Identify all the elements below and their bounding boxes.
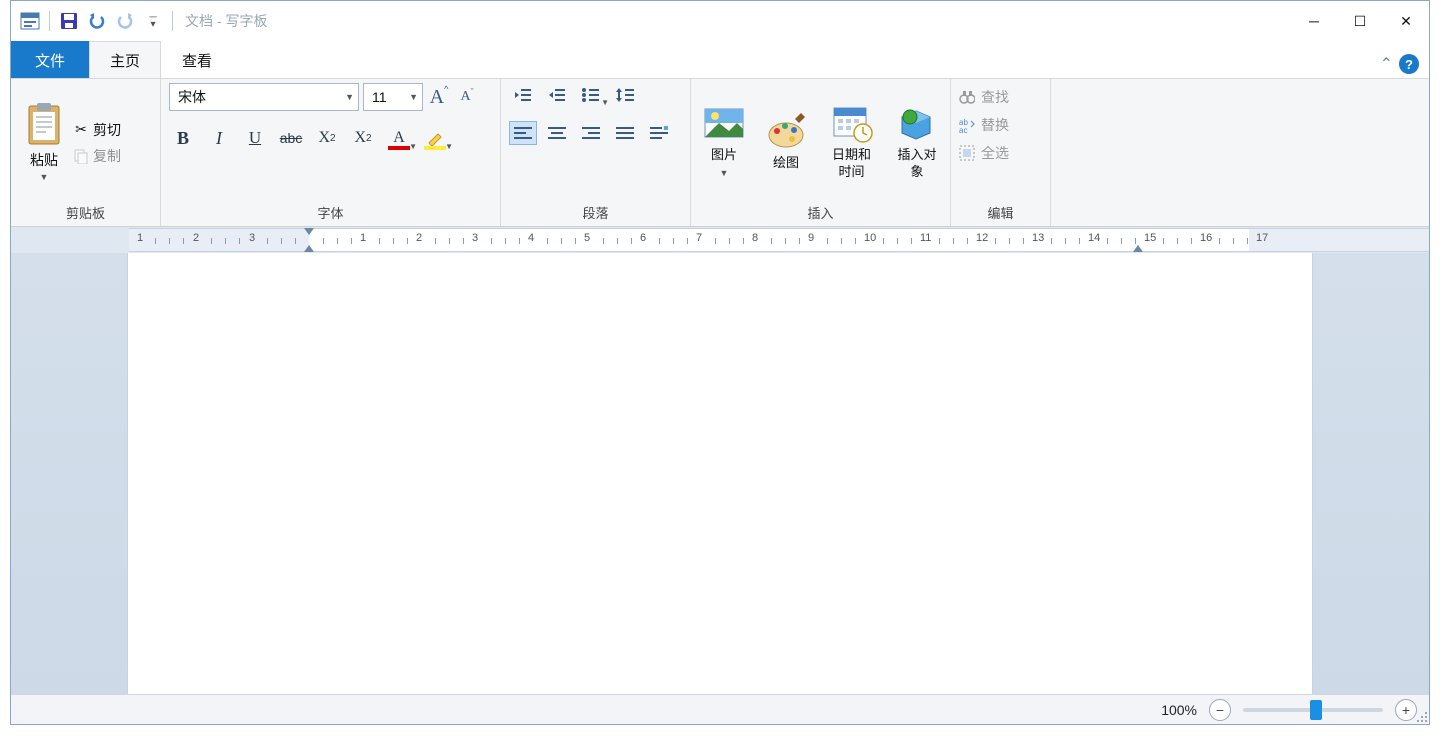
font-color-button[interactable]: A ▼ bbox=[385, 125, 413, 151]
replace-icon: abac bbox=[959, 117, 975, 133]
hanging-indent-marker[interactable] bbox=[304, 245, 314, 252]
zoom-percent-label: 100% bbox=[1161, 702, 1197, 718]
tab-view[interactable]: 查看 bbox=[161, 41, 233, 78]
ribbon: 粘贴 ▼ ✂ 剪切 复制 剪贴板 bbox=[11, 79, 1429, 227]
paste-dropdown-icon[interactable]: ▼ bbox=[40, 172, 49, 182]
group-edit: 查找 abac 替换 全选 编辑 bbox=[951, 79, 1051, 226]
undo-button[interactable] bbox=[84, 8, 110, 34]
group-paragraph: ▼ 段落 bbox=[501, 79, 691, 226]
zoom-slider-thumb[interactable] bbox=[1310, 700, 1322, 720]
grow-font-button[interactable]: A^ bbox=[427, 85, 451, 109]
line-spacing-button[interactable] bbox=[611, 83, 639, 107]
insert-object-button[interactable]: 插入对象 bbox=[892, 101, 942, 182]
chevron-down-icon: ▼ bbox=[345, 92, 354, 102]
right-indent-marker[interactable] bbox=[1133, 245, 1143, 252]
zoom-in-button[interactable]: + bbox=[1395, 699, 1417, 721]
tab-file[interactable]: 文件 bbox=[11, 41, 89, 78]
chevron-down-icon: ▼ bbox=[445, 142, 453, 151]
increase-indent-button[interactable] bbox=[543, 83, 571, 107]
italic-button[interactable]: I bbox=[205, 125, 233, 151]
paragraph-dialog-button[interactable] bbox=[645, 121, 673, 145]
justify-button[interactable] bbox=[611, 121, 639, 145]
shrink-font-button[interactable]: Aˇ bbox=[455, 85, 479, 109]
select-all-button[interactable]: 全选 bbox=[959, 143, 1009, 163]
application-window: ─▾ 文档 - 写字板 ─ ☐ ✕ 文件 主页 查看 ⌃ ? 粘贴 ▼ bbox=[10, 0, 1430, 725]
help-button[interactable]: ? bbox=[1399, 54, 1419, 74]
paste-button[interactable]: 粘贴 ▼ bbox=[19, 98, 69, 186]
close-button[interactable]: ✕ bbox=[1383, 2, 1429, 40]
font-size-combo[interactable]: 11▼ bbox=[363, 83, 423, 111]
binoculars-icon bbox=[959, 89, 975, 105]
group-label-insert: 插入 bbox=[699, 200, 942, 224]
resize-grip[interactable] bbox=[1415, 710, 1427, 722]
window-controls: ─ ☐ ✕ bbox=[1291, 2, 1429, 40]
ruler-active-area bbox=[309, 229, 1249, 251]
chevron-down-icon: ▼ bbox=[601, 98, 609, 107]
align-center-button[interactable] bbox=[543, 121, 571, 145]
copy-button[interactable]: 复制 bbox=[73, 146, 121, 166]
wordpad-icon bbox=[17, 8, 43, 34]
subscript-button[interactable]: X2 bbox=[313, 125, 341, 151]
chevron-down-icon: ▼ bbox=[409, 92, 418, 102]
scissors-icon: ✂ bbox=[73, 122, 89, 138]
zoom-out-button[interactable]: − bbox=[1209, 699, 1231, 721]
group-font: 宋体▼ 11▼ A^ Aˇ B I U abc X2 X2 A bbox=[161, 79, 501, 226]
maximize-button[interactable]: ☐ bbox=[1337, 2, 1383, 40]
qat-customize-button[interactable]: ─▾ bbox=[140, 8, 166, 34]
font-name-combo[interactable]: 宋体▼ bbox=[169, 83, 359, 111]
decrease-indent-button[interactable] bbox=[509, 83, 537, 107]
group-label-paragraph: 段落 bbox=[509, 200, 682, 224]
bullet-list-button[interactable]: ▼ bbox=[577, 83, 605, 107]
group-clipboard: 粘贴 ▼ ✂ 剪切 复制 剪贴板 bbox=[11, 79, 161, 226]
ruler-row: 3211234567891011121314151617 bbox=[11, 227, 1429, 253]
replace-button[interactable]: abac 替换 bbox=[959, 115, 1009, 135]
chevron-down-icon: ▼ bbox=[409, 142, 417, 151]
find-button[interactable]: 查找 bbox=[959, 87, 1009, 107]
superscript-button[interactable]: X2 bbox=[349, 125, 377, 151]
insert-datetime-button[interactable]: 日期和时间 bbox=[823, 101, 880, 182]
title-bar: ─▾ 文档 - 写字板 ─ ☐ ✕ bbox=[11, 1, 1429, 41]
save-button[interactable] bbox=[56, 8, 82, 34]
collapse-ribbon-button[interactable]: ⌃ bbox=[1380, 54, 1393, 74]
copy-icon bbox=[73, 148, 89, 164]
zoom-slider[interactable] bbox=[1243, 708, 1383, 712]
cut-button[interactable]: ✂ 剪切 bbox=[73, 120, 121, 140]
document-page[interactable] bbox=[127, 253, 1313, 694]
quick-access-toolbar: ─▾ bbox=[11, 8, 177, 34]
horizontal-ruler[interactable]: 3211234567891011121314151617 bbox=[129, 228, 1429, 252]
insert-paint-button[interactable]: 绘图 bbox=[761, 109, 811, 173]
insert-picture-button[interactable]: 图片▼ bbox=[699, 101, 749, 182]
minimize-button[interactable]: ─ bbox=[1291, 2, 1337, 40]
status-bar: 100% − + bbox=[11, 694, 1429, 724]
separator bbox=[172, 11, 173, 31]
separator bbox=[49, 11, 50, 31]
underline-button[interactable]: U bbox=[241, 125, 269, 151]
group-label-clipboard: 剪贴板 bbox=[19, 200, 152, 224]
redo-button[interactable] bbox=[112, 8, 138, 34]
highlight-button[interactable]: ▼ bbox=[421, 125, 449, 151]
align-right-button[interactable] bbox=[577, 121, 605, 145]
document-viewport[interactable] bbox=[11, 253, 1429, 694]
align-left-button[interactable] bbox=[509, 121, 537, 145]
ribbon-tabs: 文件 主页 查看 ⌃ ? bbox=[11, 41, 1429, 79]
tab-home[interactable]: 主页 bbox=[89, 41, 161, 78]
group-label-font: 字体 bbox=[169, 200, 492, 224]
group-insert: 图片▼ 绘图 日期和时间 插入对象 插入 bbox=[691, 79, 951, 226]
group-label-edit: 编辑 bbox=[959, 200, 1042, 224]
strikethrough-button[interactable]: abc bbox=[277, 125, 305, 151]
svg-text:ac: ac bbox=[959, 126, 967, 133]
window-title: 文档 - 写字板 bbox=[185, 11, 267, 31]
select-all-icon bbox=[959, 145, 975, 161]
first-line-indent-marker[interactable] bbox=[304, 228, 314, 235]
bold-button[interactable]: B bbox=[169, 125, 197, 151]
